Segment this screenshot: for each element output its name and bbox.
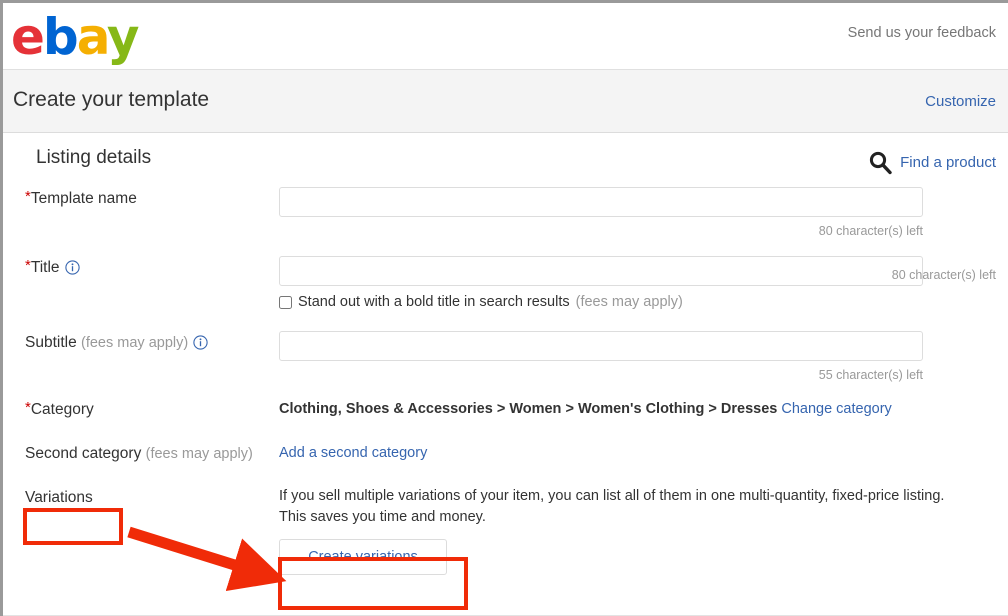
bold-title-fees-note: (fees may apply) — [576, 294, 683, 310]
change-category-link[interactable]: Change category — [781, 401, 891, 417]
row-title: *Title Stand out with a bold title in se… — [25, 256, 996, 310]
bold-title-label: Stand out with a bold title in search re… — [298, 294, 570, 310]
row-category: *Category Clothing, Shoes & Accessories … — [25, 398, 996, 419]
title-counter: 80 character(s) left — [352, 268, 996, 282]
variations-label: Variations — [25, 486, 279, 507]
title-label-text: Title — [31, 259, 60, 276]
category-breadcrumb: Clothing, Shoes & Accessories > Women > … — [279, 401, 777, 417]
logo-letter-a: a — [77, 8, 107, 66]
info-icon[interactable] — [65, 260, 80, 280]
variations-label-text: Variations — [25, 489, 93, 506]
bold-title-checkbox-row: Stand out with a bold title in search re… — [279, 286, 996, 310]
row-variations: Variations If you sell multiple variatio… — [25, 486, 996, 575]
category-label: *Category — [25, 398, 279, 419]
logo-letter-b: b — [43, 8, 77, 66]
bold-title-checkbox[interactable] — [279, 296, 292, 309]
subtitle-label-text: Subtitle — [25, 334, 77, 351]
add-second-category-link[interactable]: Add a second category — [279, 442, 427, 461]
find-a-product-label: Find a product — [900, 154, 996, 171]
template-name-counter: 80 character(s) left — [279, 217, 923, 238]
page-title-band: Create your template Customize — [3, 69, 1008, 133]
section-title: Listing details — [36, 147, 151, 169]
page-title: Create your template — [13, 88, 209, 112]
category-field-wrap: Clothing, Shoes & Accessories > Women > … — [279, 398, 996, 417]
second-category-field-wrap: Add a second category — [279, 442, 996, 462]
search-icon — [867, 149, 893, 175]
subtitle-counter: 55 character(s) left — [279, 361, 923, 382]
variations-description: If you sell multiple variations of your … — [279, 486, 969, 528]
listing-details-section: Listing details Find a product *Template… — [3, 133, 1008, 575]
second-category-fees-note: (fees may apply) — [146, 446, 253, 462]
template-name-label-text: Template name — [31, 190, 137, 207]
subtitle-fees-note: (fees may apply) — [81, 335, 188, 351]
variations-field-wrap: If you sell multiple variations of your … — [279, 486, 996, 575]
title-field-wrap: Stand out with a bold title in search re… — [279, 256, 996, 310]
ebay-logo[interactable]: ebay — [11, 9, 138, 65]
category-value-row: Clothing, Shoes & Accessories > Women > … — [279, 398, 996, 417]
template-name-field-wrap: 80 character(s) left — [279, 187, 996, 238]
row-subtitle: Subtitle (fees may apply) 55 character(s… — [25, 331, 996, 382]
info-icon[interactable] — [193, 335, 208, 355]
create-variations-button[interactable]: Create variations — [279, 539, 447, 575]
row-template-name: *Template name 80 character(s) left — [25, 187, 996, 238]
subtitle-field-wrap: 55 character(s) left — [279, 331, 996, 382]
customize-link[interactable]: Customize — [925, 93, 996, 110]
template-name-input[interactable] — [279, 187, 923, 217]
title-label: *Title — [25, 256, 279, 280]
logo-letter-e: e — [11, 8, 43, 66]
subtitle-label: Subtitle (fees may apply) — [25, 331, 279, 355]
subtitle-input[interactable] — [279, 331, 923, 361]
category-label-text: Category — [31, 401, 94, 418]
page-root: ebay Send us your feedback Create your t… — [0, 0, 1008, 616]
find-a-product-button[interactable]: Find a product — [867, 149, 996, 175]
second-category-label-text: Second category — [25, 445, 141, 462]
logo-letter-y: y — [107, 8, 138, 66]
second-category-label: Second category (fees may apply) — [25, 442, 279, 463]
row-second-category: Second category (fees may apply) Add a s… — [25, 442, 996, 463]
section-header: Listing details Find a product — [25, 133, 996, 185]
template-name-label: *Template name — [25, 187, 279, 208]
send-feedback-link[interactable]: Send us your feedback — [848, 25, 996, 41]
top-bar: ebay Send us your feedback — [3, 3, 1008, 69]
